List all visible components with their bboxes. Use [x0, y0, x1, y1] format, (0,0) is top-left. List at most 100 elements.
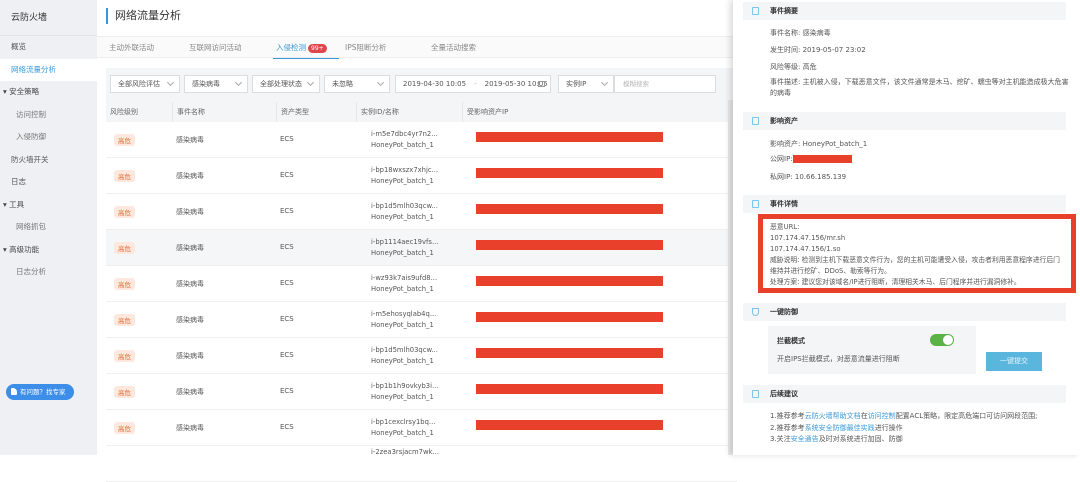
table-row[interactable]: 高危 感染病毒 ECS i-bp1d5mlh03qcw... HoneyPot_batc… [106, 194, 737, 230]
redacted-ip [476, 132, 663, 142]
risk-badge: 高危 [114, 422, 135, 434]
suggestion-link[interactable]: 安全通告 [791, 435, 819, 443]
risk-badge: 高危 [114, 170, 135, 182]
table-row[interactable]: 高危 感染病毒 ECS i-bp1d5mlh03qcw... HoneyPot_batc… [106, 338, 737, 374]
table-row[interactable]: 高危 感染病毒 ECS i-m5e7dbc4yr7n2... HoneyPot_batc… [106, 122, 737, 158]
section-asset: 影响资产 [743, 112, 1066, 130]
private-ip: 私网IP: 10.66.185.139 [770, 173, 847, 181]
redacted-ip [476, 348, 663, 358]
sidebar-item[interactable]: ▾ 安全策略 [0, 81, 97, 104]
instance-id[interactable]: i-m5e7dbc4yr7n2... [371, 129, 438, 140]
instance-cell: i-bp1cexclrsy1bq... HoneyPot_batch_1 [371, 417, 435, 439]
date-range-picker[interactable]: 2019-04-30 10:05-2019-05-30 10:05 [395, 75, 551, 93]
instance-id[interactable]: i-m5ehosyqlab4q... [371, 309, 436, 320]
sidebar-item[interactable]: 概览 [0, 36, 97, 59]
shield-icon [752, 308, 759, 316]
table-row[interactable]: 高危 感染病毒 ECS i-m5ehosyqlab4q... HoneyPot_batc… [106, 302, 737, 338]
sidebar-item[interactable]: ▾ 工具 [0, 194, 97, 217]
sidebar-item[interactable]: 网络抓包 [0, 216, 97, 239]
status-select[interactable]: 全部处理状态 [252, 75, 320, 93]
chat-icon [11, 388, 17, 395]
risk-badge: 高危 [114, 242, 135, 254]
select-value: 感染病毒 [192, 80, 220, 88]
sidebar-item[interactable]: 入侵防御 [0, 126, 97, 149]
sidebar-item[interactable]: 防火墙开关 [0, 149, 97, 172]
detail-line: 恶意URL: [770, 223, 800, 231]
asset-type: ECS [280, 279, 294, 287]
suggestion-link[interactable]: 系统安全防御最佳实践 [805, 424, 875, 432]
suggestion-2: 2.推荐参考系统安全防御最佳实践进行操作 [770, 423, 903, 433]
list-icon [752, 390, 759, 398]
event-detail-drawer: 事件摘要 事件名称: 感染病毒 发生时间: 2019-05-07 23:02 风… [733, 0, 1080, 455]
event-name: 感染病毒 [176, 352, 204, 360]
table-header: 风险级别 事件名称 资产类型 实例ID/名称 受影响资产IP [106, 102, 737, 122]
table-row[interactable]: 高危 感染病毒 ECS i-bp1b1h9ovkyb3i... HoneyPot_bat… [106, 374, 737, 410]
instance-id[interactable]: i-bp1b1h9ovkyb3i... [371, 381, 438, 392]
event-name: 感染病毒 [176, 208, 204, 216]
one-click-submit-button[interactable]: 一键提交 [986, 352, 1042, 371]
search-input[interactable]: 模糊搜索 [614, 75, 716, 93]
sidebar-item[interactable]: 日志分析 [0, 261, 97, 284]
block-mode-toggle[interactable] [930, 334, 954, 346]
sidebar-item[interactable]: ▾ 高级功能 [0, 239, 97, 262]
instance-name: HoneyPot_batch_1 [371, 213, 434, 221]
asset-name: 影响资产: HoneyPot_batch_1 [770, 140, 868, 148]
tab-inbound[interactable]: 互联网访问活动 [189, 37, 269, 59]
tab-intrusion[interactable]: 入侵检测 99+ [273, 37, 339, 59]
table-row[interactable]: 高危 感染病毒 ECS i-bp1cexclrsy1bq... HoneyPot_bat… [106, 410, 737, 446]
asset-type: ECS [280, 243, 294, 251]
instance-name: HoneyPot_batch_1 [371, 141, 434, 149]
instance-id[interactable]: i-wz93k7ais9ufd8... [371, 273, 437, 284]
detail-line: 107.174.47.156/mr.sh [770, 234, 846, 242]
suggestion-3: 3.关注安全通告及时对系统进行加固、防御 [770, 434, 903, 444]
document-icon [752, 7, 759, 15]
asset-type: ECS [280, 315, 294, 323]
ignore-select[interactable]: 未忽略 [324, 75, 390, 93]
event-name: 感染病毒 [176, 316, 204, 324]
instance-name: HoneyPot_batch_1 [371, 321, 434, 329]
mode-label: 拦截模式 [777, 337, 805, 345]
event-name: 感染病毒 [176, 280, 204, 288]
redacted-ip [792, 155, 852, 163]
risk-select[interactable]: 全部风险评估 [110, 75, 180, 93]
table-row[interactable]: i-2zea3rsjacm7wk... [106, 446, 737, 482]
risk-badge: 高危 [114, 386, 135, 398]
instance-id[interactable]: i-bp1cexclrsy1bq... [371, 417, 435, 428]
col-event: 事件名称 [172, 102, 205, 122]
instance-cell: i-2zea3rsjacm7wk... [371, 447, 439, 458]
help-expert-button[interactable]: 有问题？找专家 [6, 384, 74, 400]
instance-id[interactable]: i-bp1114aec19vfs... [371, 237, 438, 248]
asset-type: ECS [280, 423, 294, 431]
instance-id[interactable]: i-bp1d5mlh03qcw... [371, 345, 438, 356]
col-risk: 风险级别 [110, 108, 138, 116]
cloud-icon [752, 117, 759, 125]
table-row[interactable]: 高危 感染病毒 ECS i-bp18wxszx7xhjc... HoneyPot_bat… [106, 158, 737, 194]
table-row[interactable]: 高危 感染病毒 ECS i-bp1114aec19vfs... HoneyPot_bat… [106, 230, 737, 266]
sidebar-item[interactable]: 访问控制 [0, 104, 97, 127]
mode-desc: 开启IPS拦截模式，对恶意流量进行阻断 [777, 355, 900, 363]
risk-badge: 高危 [114, 278, 135, 290]
instance-id[interactable]: i-bp1d5mlh03qcw... [371, 201, 438, 212]
tab-ips[interactable]: IPS阻断分析 [345, 37, 387, 59]
event-select[interactable]: 感染病毒 [184, 75, 248, 93]
asset-type: ECS [280, 207, 294, 215]
suggestion-text: 3.关注 [770, 435, 791, 443]
sidebar-item[interactable]: 日志 [0, 171, 97, 194]
instance-id[interactable]: i-2zea3rsjacm7wk... [371, 447, 439, 458]
suggestion-link[interactable]: 云防火墙帮助文档 [805, 412, 861, 420]
instance-cell: i-bp1d5mlh03qcw... HoneyPot_batch_1 [371, 345, 438, 367]
page-title: 网络流量分析 [106, 8, 181, 24]
tab-outbound[interactable]: 主动外联活动 [109, 37, 184, 59]
risk-badge: 高危 [114, 350, 135, 362]
table-row[interactable]: 高危 感染病毒 ECS i-wz93k7ais9ufd8... HoneyPot_bat… [106, 266, 737, 302]
chevron-down-icon [600, 78, 609, 87]
chevron-down-icon [234, 78, 243, 87]
suggestion-link[interactable]: 访问控制 [868, 412, 896, 420]
instance-id[interactable]: i-bp18wxszx7xhjc... [371, 165, 438, 176]
tab-search[interactable]: 全量活动搜索 [431, 37, 476, 59]
col-type: 资产类型 [276, 102, 309, 122]
search-type-select[interactable]: 实例IP [558, 75, 614, 93]
sidebar-item[interactable]: 网络流量分析 [0, 58, 97, 81]
risk-badge: 高危 [114, 206, 135, 218]
event-name: 感染病毒 [176, 136, 204, 144]
